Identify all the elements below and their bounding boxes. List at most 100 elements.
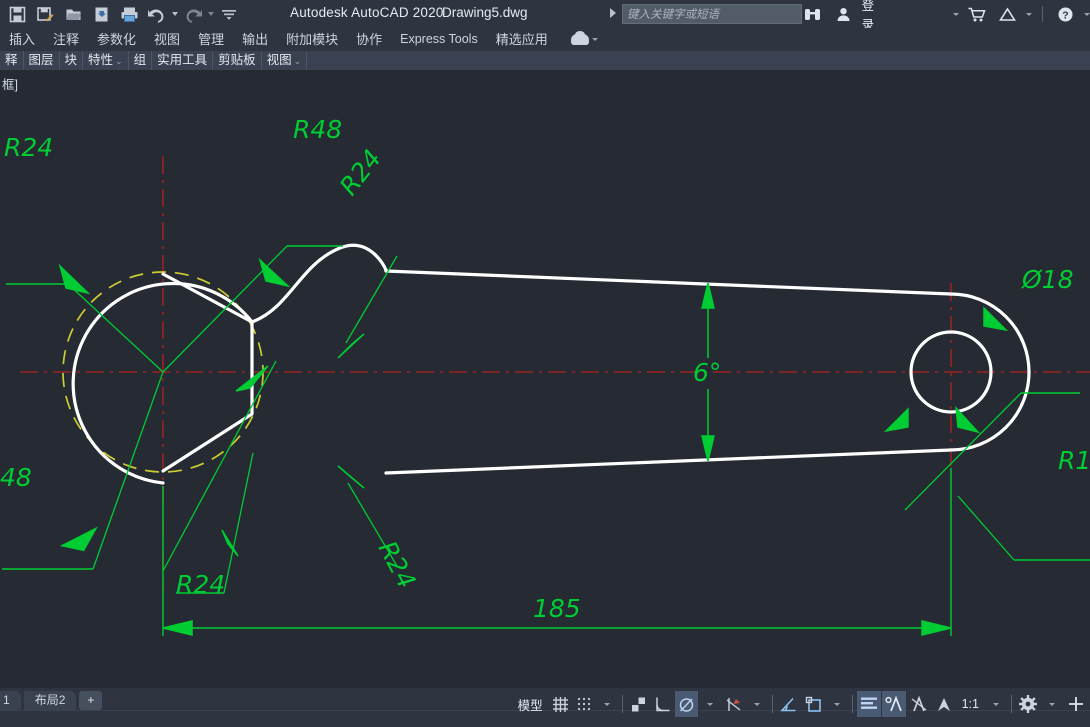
ucs-dropdown-icon[interactable] <box>826 691 848 717</box>
ribbon-tab-5[interactable]: 输出 <box>233 28 277 51</box>
label-r24-top-mid: R24 <box>334 144 387 201</box>
search-input[interactable] <box>623 6 801 24</box>
undo-dropdown-icon[interactable] <box>172 12 178 16</box>
redo-icon[interactable] <box>180 2 206 26</box>
cloud-dropdown-icon[interactable] <box>592 38 598 41</box>
ribbon-tab-6[interactable]: 附加模块 <box>277 28 347 51</box>
settings-dropdown-icon[interactable] <box>1041 691 1063 717</box>
panel-expand-icon-3[interactable]: ⌄ <box>115 56 123 66</box>
ribbon-tab-9[interactable]: 精选应用 <box>487 28 557 51</box>
ribbon-tab-3[interactable]: 视图 <box>145 28 189 51</box>
leader-r24-top-left <box>6 266 163 372</box>
label-r24-bottom-mid: R24 <box>373 536 422 593</box>
cart-icon[interactable] <box>965 2 990 26</box>
annoscale-icon[interactable] <box>907 691 931 717</box>
layout-tab-strip: 1 布局2 + <box>0 688 105 710</box>
autocad-window: Autodesk AutoCAD 2020 Drawing5.dwg 登录 <box>0 0 1090 727</box>
panel-groups[interactable]: 组 <box>129 51 153 70</box>
drawing-canvas[interactable]: R24 R48 R24 Ø18 6° R16 48 R24 R24 185 <box>0 96 1090 688</box>
open-icon[interactable] <box>60 2 86 26</box>
ribbon-tab-8[interactable]: Express Tools <box>391 28 487 51</box>
title-bar: Autodesk AutoCAD 2020 Drawing5.dwg 登录 <box>0 0 1090 28</box>
panel-utilities[interactable]: 实用工具 <box>152 51 213 70</box>
command-strip[interactable]: 框] <box>0 70 1090 96</box>
annotation-scale-dropdown-icon[interactable] <box>985 691 1007 717</box>
document-name: Drawing5.dwg <box>442 5 528 20</box>
new-layout-button[interactable]: + <box>79 691 102 710</box>
panel-blocks[interactable]: 块 <box>60 51 84 70</box>
grid-icon[interactable] <box>549 691 572 717</box>
label-r24-top-left: R24 <box>4 133 53 162</box>
app-title: Autodesk AutoCAD 2020 <box>290 5 444 20</box>
svg-text:?: ? <box>1062 9 1068 21</box>
label-r16-right: R16 <box>1058 446 1090 475</box>
leader-r24-top-mid <box>338 256 397 358</box>
panel-label-4: 组 <box>134 53 147 67</box>
panel-annotation[interactable]: 释 <box>0 51 24 70</box>
ribbon-tab-7[interactable]: 协作 <box>347 28 391 51</box>
label-diameter-18: Ø18 <box>1021 265 1074 294</box>
customize-icon[interactable] <box>216 2 242 26</box>
ortho-icon[interactable] <box>627 691 650 717</box>
panel-clipboard[interactable]: 剪贴板 <box>213 51 262 70</box>
osnap-dropdown-icon[interactable] <box>699 691 721 717</box>
binoculars-icon[interactable] <box>800 2 825 26</box>
model-space-toggle[interactable]: 模型 <box>513 691 548 717</box>
annoauto-icon[interactable] <box>882 691 906 717</box>
help-dropdown-icon[interactable] <box>1084 13 1090 16</box>
titlebar-right-group: 登录 ? <box>800 0 1090 28</box>
snap-dropdown-icon[interactable] <box>596 691 618 717</box>
otrack-dropdown-icon[interactable] <box>746 691 768 717</box>
leader-r24-hex-upper <box>163 361 276 571</box>
help-icon[interactable]: ? <box>1053 2 1078 26</box>
panel-properties[interactable]: 特性⌄ <box>83 51 129 70</box>
quick-access-toolbar <box>0 2 242 26</box>
save-icon[interactable] <box>4 2 30 26</box>
signin-dropdown-icon[interactable] <box>953 13 959 16</box>
search-expand-icon[interactable] <box>610 8 616 18</box>
leader-diameter-18 <box>886 308 1080 510</box>
autodesk-icon[interactable] <box>995 2 1020 26</box>
ribbon-tab-4[interactable]: 管理 <box>189 28 233 51</box>
snap-dots-icon[interactable] <box>573 691 595 717</box>
ribbon-tab-bar: 插入 注释 参数化 视图 管理 输出 附加模块 协作 Express Tools… <box>0 28 1090 51</box>
ribbon-tab-2[interactable]: 参数化 <box>88 28 145 51</box>
autodesk-dropdown-icon[interactable] <box>1026 13 1032 16</box>
panel-label-5: 实用工具 <box>157 53 207 67</box>
person-icon[interactable] <box>831 2 856 26</box>
panel-layers[interactable]: 图层 <box>24 51 60 70</box>
angle-icon[interactable] <box>777 691 801 717</box>
redo-dropdown-icon[interactable] <box>208 12 214 16</box>
otrack-icon[interactable] <box>722 691 745 717</box>
layout-tab-0[interactable]: 1 <box>0 691 21 710</box>
dimensions <box>2 246 1090 636</box>
sync-icon[interactable] <box>88 2 114 26</box>
workspace-icon[interactable] <box>932 691 956 717</box>
layout-tab-1[interactable]: 布局2 <box>24 691 77 710</box>
print-icon[interactable] <box>116 2 142 26</box>
annotation-scale-value[interactable]: 1:1 <box>957 691 984 717</box>
plus-icon[interactable] <box>1064 691 1088 717</box>
ribbon-tab-0[interactable]: 插入 <box>0 28 44 51</box>
part-outline <box>73 245 1029 483</box>
label-185: 185 <box>533 594 581 623</box>
annotation-lines-icon[interactable] <box>857 691 881 717</box>
command-strip-text: 框] <box>2 74 18 93</box>
save-as-icon[interactable] <box>32 2 58 26</box>
label-r48-top: R48 <box>293 115 342 144</box>
label-48-bottom-left: 48 <box>0 463 32 492</box>
ribbon-tab-1[interactable]: 注释 <box>44 28 88 51</box>
search-input-wrap[interactable] <box>622 4 802 24</box>
ucs-icon[interactable] <box>802 691 825 717</box>
gear-icon[interactable] <box>1016 691 1040 717</box>
arm-bottom-edge <box>386 450 951 473</box>
panel-expand-icon-7[interactable]: ⌄ <box>294 56 302 66</box>
panel-view[interactable]: 视图⌄ <box>262 51 308 70</box>
polar-icon[interactable] <box>651 691 674 717</box>
label-angle-6: 6° <box>693 358 721 387</box>
panel-label-2: 块 <box>65 53 78 67</box>
undo-icon[interactable] <box>144 2 170 26</box>
cloud-services-button[interactable] <box>571 34 598 45</box>
leader-r16-right <box>956 408 1090 560</box>
osnap-icon[interactable] <box>675 691 698 717</box>
